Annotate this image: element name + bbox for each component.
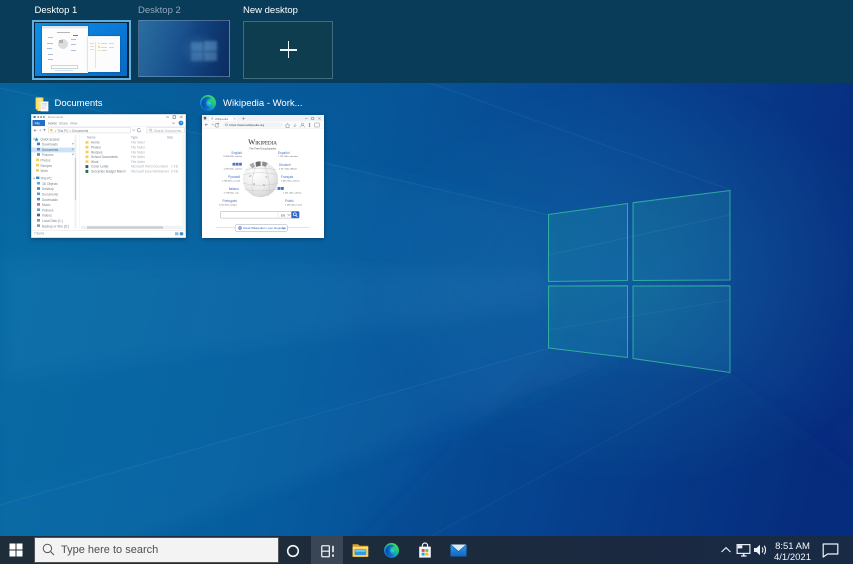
svg-text:File folder: File folder xyxy=(131,140,146,144)
svg-text:Cover Letter: Cover Letter xyxy=(91,164,109,168)
svg-text:Русский: Русский xyxy=(228,175,240,179)
svg-text:Size: Size xyxy=(167,135,173,139)
svg-text:O: O xyxy=(265,175,267,179)
svg-text:6 383 000+ articles: 6 383 000+ articles xyxy=(223,155,242,158)
svg-text:Share: Share xyxy=(59,121,68,125)
svg-text:Local Disk (C:): Local Disk (C:) xyxy=(42,219,63,223)
svg-text:This PC: This PC xyxy=(41,176,53,180)
svg-text:Recipes: Recipes xyxy=(91,150,103,154)
svg-text:Microsoft Word Document: Microsoft Word Document xyxy=(131,164,168,168)
svg-text:1 490 000+ haseł: 1 490 000+ haseł xyxy=(285,204,302,206)
svg-text:File folder: File folder xyxy=(131,145,146,149)
svg-text:Documents: Documents xyxy=(48,115,64,119)
svg-text:Deutsch: Deutsch xyxy=(279,163,291,167)
svg-text:Downloads: Downloads xyxy=(42,142,58,146)
svg-text:File folder: File folder xyxy=(131,155,146,159)
svg-text:Groceries Budget March: Groceries Budget March xyxy=(91,169,126,173)
svg-text:Home: Home xyxy=(48,121,57,125)
svg-text:Desktop: Desktop xyxy=(42,187,54,191)
svg-text:2 617 000+ Artikel: 2 617 000+ Artikel xyxy=(279,167,297,170)
svg-text:Music: Music xyxy=(42,203,51,207)
svg-text:1 KB: 1 KB xyxy=(171,164,178,168)
svg-text:7 items: 7 items xyxy=(34,231,45,235)
svg-text:Photos: Photos xyxy=(41,158,51,162)
svg-text:View: View xyxy=(70,121,78,125)
svg-text:Name: Name xyxy=(87,135,96,139)
svg-text:The Free Encyclopedia: The Free Encyclopedia xyxy=(249,146,276,150)
svg-text:2 362 000+ articles: 2 362 000+ articles xyxy=(281,179,300,182)
svg-text:1 755 000+ artículos: 1 755 000+ artículos xyxy=(278,155,299,158)
svg-text:Pictures: Pictures xyxy=(42,208,54,212)
svg-text:1 292 000+ articles: 1 292 000+ articles xyxy=(223,167,242,170)
svg-text:N: N xyxy=(263,183,265,187)
svg-text:Quick access: Quick access xyxy=(41,137,60,141)
svg-text:Microsoft Excel Worksheet: Microsoft Excel Worksheet xyxy=(131,169,169,173)
svg-text:Work: Work xyxy=(91,159,99,163)
svg-text:?: ? xyxy=(180,121,182,125)
svg-text:1 718 000+ voci: 1 718 000+ voci xyxy=(223,192,239,194)
svg-text:> This PC > Documents: > This PC > Documents xyxy=(55,128,89,132)
svg-text:Español: Español xyxy=(278,150,290,154)
svg-text:Photos: Photos xyxy=(91,145,101,149)
svg-text:Videos: Videos xyxy=(42,213,52,217)
svg-text:3D Objects: 3D Objects xyxy=(42,181,58,185)
svg-text:Italiano: Italiano xyxy=(228,187,239,191)
svg-text:Wikipedia: Wikipedia xyxy=(248,137,277,146)
svg-text:Português: Português xyxy=(222,199,237,203)
svg-text:School Documents: School Documents xyxy=(91,155,118,159)
svg-text:Wikipedia: Wikipedia xyxy=(215,116,228,120)
svg-text:File folder: File folder xyxy=(131,159,146,163)
svg-text:File: File xyxy=(35,121,41,125)
svg-text:Français: Français xyxy=(281,175,294,179)
svg-text:6 KB: 6 KB xyxy=(171,169,178,173)
svg-text:1 756 000+ статей: 1 756 000+ статей xyxy=(221,179,240,182)
svg-text:Pictures: Pictures xyxy=(42,153,54,157)
svg-text:https://www.wikipedia.org: https://www.wikipedia.org xyxy=(229,123,264,127)
svg-text:Q: Q xyxy=(253,182,255,186)
svg-text:Documents: Documents xyxy=(42,192,59,196)
svg-text:Work: Work xyxy=(41,169,49,173)
svg-text:Recipes: Recipes xyxy=(41,163,53,167)
svg-text:English: English xyxy=(231,150,242,154)
svg-text:1 074 000+ artigos: 1 074 000+ artigos xyxy=(218,203,237,206)
svg-text:Type: Type xyxy=(131,135,138,139)
svg-text:Downloads: Downloads xyxy=(42,197,58,201)
svg-text:File folder: File folder xyxy=(131,150,146,154)
svg-text:Read Wikipedia in your languag: Read Wikipedia in your language xyxy=(243,226,286,230)
svg-text:Home: Home xyxy=(91,140,100,144)
svg-text:Polski: Polski xyxy=(285,199,294,203)
svg-text:Search Documents: Search Documents xyxy=(154,128,182,132)
svg-text:Backup or Wor (D:): Backup or Wor (D:) xyxy=(42,224,69,228)
svg-text:1 231 000+ articles: 1 231 000+ articles xyxy=(283,191,302,194)
svg-text:EN: EN xyxy=(281,213,285,217)
svg-text:Documents: Documents xyxy=(42,147,59,151)
